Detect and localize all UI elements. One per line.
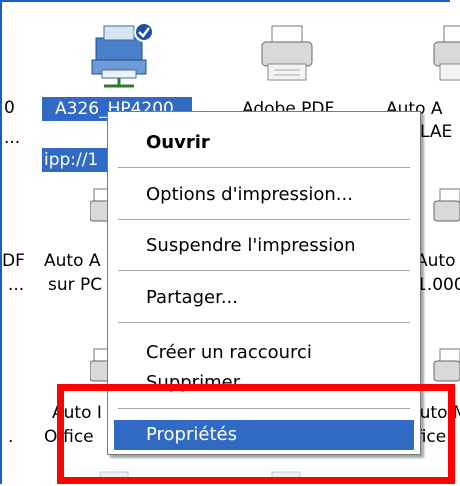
printer-label-auto[interactable]: Auto xyxy=(416,251,455,271)
printer-label-auto-line2[interactable]: LAE xyxy=(420,122,452,142)
printer-label-auto-line2[interactable]: 1.000 xyxy=(416,275,460,295)
printer-label-auto-line2[interactable]: sur PC xyxy=(48,275,102,295)
menu-separator xyxy=(118,167,410,168)
printer-label-partial[interactable]: 0 xyxy=(4,98,15,118)
printer-icon-partial[interactable] xyxy=(430,22,460,86)
menu-item-create-shortcut[interactable]: Créer un raccourci xyxy=(114,338,414,368)
network-printer-icon[interactable] xyxy=(86,22,156,88)
printer-icon-partial[interactable] xyxy=(432,345,460,385)
menu-item-print-options[interactable]: Options d'impression... xyxy=(114,180,414,210)
printer-icon[interactable] xyxy=(258,22,318,86)
printer-label-partial[interactable]: ... xyxy=(4,128,20,148)
menu-separator xyxy=(118,322,410,323)
menu-separator xyxy=(118,219,410,220)
menu-separator xyxy=(118,270,410,271)
printer-label-partial[interactable]: DF xyxy=(2,251,25,271)
printer-label-auto[interactable]: Auto A xyxy=(44,251,101,271)
menu-item-pause-printing[interactable]: Suspendre l'impression xyxy=(114,231,414,261)
printer-label-partial[interactable]: . xyxy=(8,427,13,447)
printer-label-partial[interactable]: ... xyxy=(8,275,24,295)
menu-item-share[interactable]: Partager... xyxy=(114,283,414,313)
highlight-annotation-box xyxy=(57,384,455,484)
selected-printer-url[interactable]: ipp://1 xyxy=(44,150,98,170)
printer-icon-partial[interactable] xyxy=(432,185,460,235)
menu-item-open[interactable]: Ouvrir xyxy=(114,128,414,158)
